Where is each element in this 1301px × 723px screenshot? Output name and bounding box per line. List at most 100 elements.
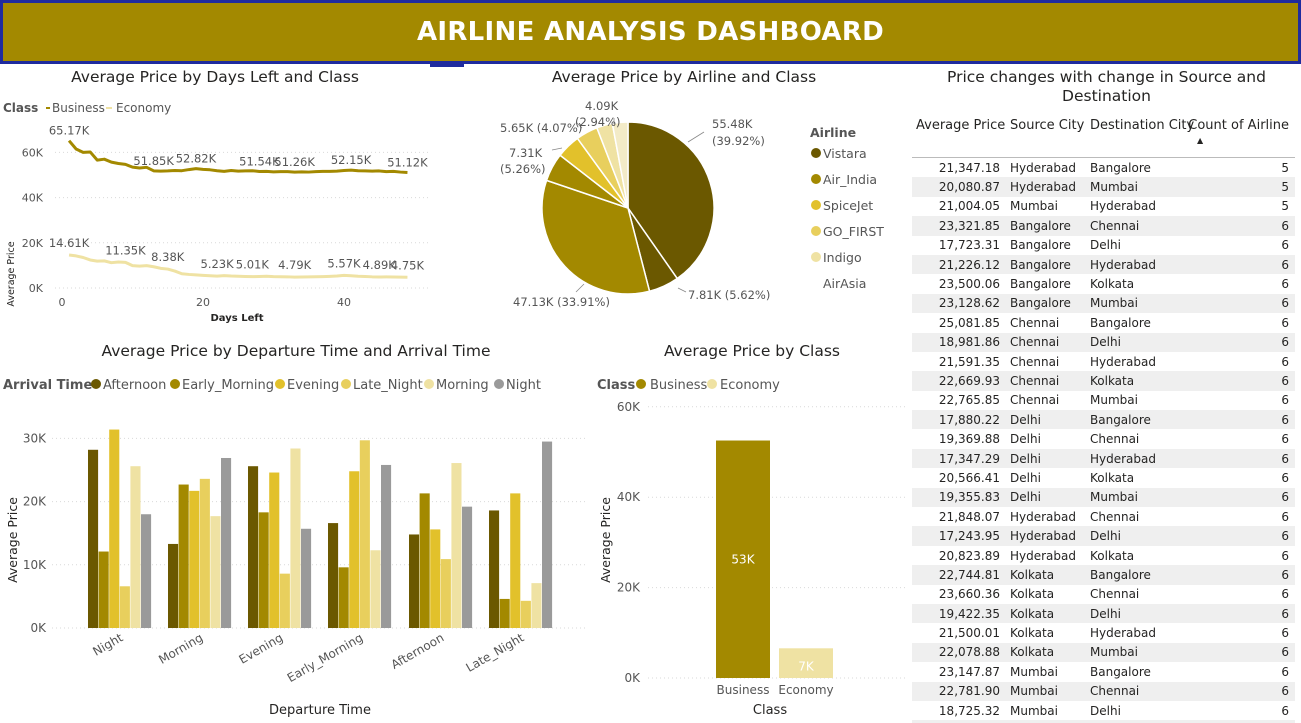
pie-legend-indigo[interactable]: Indigo	[823, 250, 862, 265]
bar-night-evening[interactable]	[109, 429, 120, 628]
table-row[interactable]: 23,147.87 Mumbai Bangalore 6	[912, 662, 1295, 681]
pie-legend-spicejet[interactable]: SpiceJet	[823, 198, 873, 213]
table-row[interactable]: 21,004.05 Mumbai Hyderabad 5	[912, 197, 1295, 216]
line-economy-label: 14.61K	[49, 236, 90, 250]
bar-night-afternoon[interactable]	[88, 449, 99, 628]
table-row[interactable]: 17,347.29 Delhi Hyderabad 6	[912, 448, 1295, 469]
bar-evening-late-night[interactable]	[279, 573, 290, 628]
bar-evening-afternoon[interactable]	[248, 466, 259, 628]
table-row[interactable]: 18,981.86 Chennai Delhi 6	[912, 332, 1295, 352]
table-cell: Mumbai	[1010, 199, 1058, 214]
table-row[interactable]: 19,422.35 Kolkata Delhi 6	[912, 603, 1295, 624]
bar-early-morning-afternoon[interactable]	[328, 523, 339, 628]
bar-legend: Afternoon Early_Morning Evening Late_Night M…	[91, 378, 541, 393]
table-row[interactable]: 23,660.36 Kolkata Chennai 6	[912, 585, 1295, 604]
table-cell: 6	[1281, 315, 1289, 330]
table-row[interactable]: 22,078.88 Kolkata Mumbai 6	[912, 642, 1295, 663]
table-row[interactable]: 22,765.85 Chennai Mumbai 6	[912, 391, 1295, 410]
table-cell: 6	[1281, 548, 1289, 563]
bar-night-late-night[interactable]	[119, 586, 130, 628]
line-economy-label: 5.57K	[327, 256, 361, 270]
table-row[interactable]: 21,226.12 Bangalore Hyderabad 6	[912, 254, 1295, 275]
bar-late-night-evening[interactable]	[510, 493, 521, 628]
bar-legend-early-morning[interactable]: Early_Morning	[182, 378, 274, 393]
bar-afternoon-morning[interactable]	[451, 463, 462, 628]
pie-legend-go-first[interactable]: GO_FIRST	[823, 224, 884, 239]
pie-legend-airasia[interactable]: AirAsia	[823, 276, 866, 291]
bar-evening-night[interactable]	[301, 528, 312, 628]
bar-early-morning-morning[interactable]	[370, 550, 381, 628]
table-cell: 21,004.05	[938, 199, 1000, 214]
table-row[interactable]: 21,347.18 Hyderabad Bangalore 5	[912, 158, 1295, 177]
bar-morning-evening[interactable]	[189, 490, 200, 628]
bar-late-night-early-morning[interactable]	[499, 598, 510, 628]
bar-early-morning-late-night[interactable]	[359, 440, 370, 628]
bar-evening-morning[interactable]	[290, 448, 301, 628]
bar-early-morning-evening[interactable]	[349, 471, 360, 628]
table-row[interactable]: 17,723.31 Bangalore Delhi 6	[912, 236, 1295, 255]
table-row[interactable]: 20,823.89 Hyderabad Kolkata 6	[912, 546, 1295, 565]
table-row[interactable]: 19,369.88 Delhi Chennai 6	[912, 429, 1295, 448]
bar-late-night-late-night[interactable]	[520, 600, 531, 628]
table-row[interactable]: 20,566.41 Delhi Kolkata 6	[912, 468, 1295, 487]
table-cell: Chennai	[1010, 335, 1060, 350]
table-row[interactable]: 21,848.07 Hyderabad Chennai 6	[912, 507, 1295, 526]
bar-morning-afternoon[interactable]	[168, 543, 179, 628]
table-cell: 5	[1281, 199, 1289, 214]
bar-afternoon-evening[interactable]	[430, 529, 441, 628]
table-row[interactable]: 23,128.62 Bangalore Mumbai 6	[912, 293, 1295, 314]
bar-night-morning[interactable]	[130, 466, 141, 628]
bar-morning-night[interactable]	[221, 457, 232, 628]
class-x-axis-label: Class	[753, 703, 787, 718]
table-row[interactable]: 23,321.85 Bangalore Chennai 6	[912, 216, 1295, 236]
bar-early-morning-night[interactable]	[381, 464, 392, 628]
bar-legend-marker	[494, 379, 504, 389]
bar-late-night-morning[interactable]	[531, 583, 542, 628]
bar-early-morning-early-morning[interactable]	[338, 567, 349, 628]
class-legend-business: Business	[650, 378, 708, 393]
pie-legend-title: Airline	[810, 125, 856, 140]
bar-morning-morning[interactable]	[210, 516, 221, 628]
col-header-average-price[interactable]: Average Price	[912, 114, 1005, 157]
bar-legend-afternoon[interactable]: Afternoon	[103, 378, 166, 393]
bar-late-night-night[interactable]	[542, 441, 553, 628]
bar-morning-early-morning[interactable]	[178, 484, 189, 628]
table-row[interactable]: 25,081.85 Chennai Bangalore 6	[912, 313, 1295, 332]
bar-evening-evening[interactable]	[269, 472, 280, 628]
line-economy-label: 5.01K	[236, 258, 270, 272]
bar-late-night-afternoon[interactable]	[489, 510, 500, 628]
table-row[interactable]: 22,669.93 Chennai Kolkata 6	[912, 371, 1295, 391]
table-row[interactable]: 17,880.22 Delhi Bangalore 6	[912, 410, 1295, 430]
bar-legend-late-night[interactable]: Late_Night	[353, 378, 423, 393]
pie-legend-vistara[interactable]: Vistara	[823, 146, 867, 161]
table-row[interactable]: 20,080.87 Hyderabad Mumbai 5	[912, 177, 1295, 197]
table-row[interactable]: 19,355.83 Delhi Mumbai 6	[912, 487, 1295, 508]
col-header-count-of-airline[interactable]: Count of Airline	[1188, 114, 1293, 157]
bar-legend-morning[interactable]: Morning	[436, 378, 489, 393]
pie-legend-air-india[interactable]: Air_India	[823, 172, 877, 187]
bar-legend-night[interactable]: Night	[506, 378, 541, 393]
table-row[interactable]: 22,744.81 Kolkata Bangalore 6	[912, 565, 1295, 585]
col-header-destination-city[interactable]: Destination City	[1080, 114, 1194, 157]
table-cell: Mumbai	[1090, 645, 1138, 660]
bar-night-night[interactable]	[141, 514, 152, 628]
bar-evening-early-morning[interactable]	[258, 512, 269, 628]
sort-ascending-icon[interactable]: ▲	[1197, 136, 1203, 145]
class-y-tick: 20K	[617, 581, 641, 595]
table-row[interactable]: 23,500.06 Bangalore Kolkata 6	[912, 274, 1295, 293]
table-row[interactable]: 18,725.32 Mumbai Delhi 6	[912, 701, 1295, 720]
table-row[interactable]: 17,243.95 Hyderabad Delhi 6	[912, 526, 1295, 546]
line-legend-business: Business	[52, 101, 105, 115]
bar-night-early-morning[interactable]	[98, 551, 109, 628]
table-cell: Bangalore	[1090, 567, 1151, 582]
bar-afternoon-afternoon[interactable]	[409, 534, 420, 628]
table-row[interactable]: 21,500.01 Kolkata Hyderabad 6	[912, 623, 1295, 642]
col-header-source-city[interactable]: Source City	[1000, 114, 1084, 157]
table-row[interactable]: 22,781.90 Mumbai Chennai 6	[912, 681, 1295, 701]
bar-afternoon-night[interactable]	[462, 506, 473, 628]
bar-morning-late-night[interactable]	[199, 478, 210, 628]
bar-afternoon-late-night[interactable]	[440, 559, 451, 628]
table-row[interactable]: 21,591.35 Chennai Hyderabad 6	[912, 352, 1295, 371]
bar-afternoon-early-morning[interactable]	[419, 493, 430, 628]
bar-legend-evening[interactable]: Evening	[287, 378, 339, 393]
